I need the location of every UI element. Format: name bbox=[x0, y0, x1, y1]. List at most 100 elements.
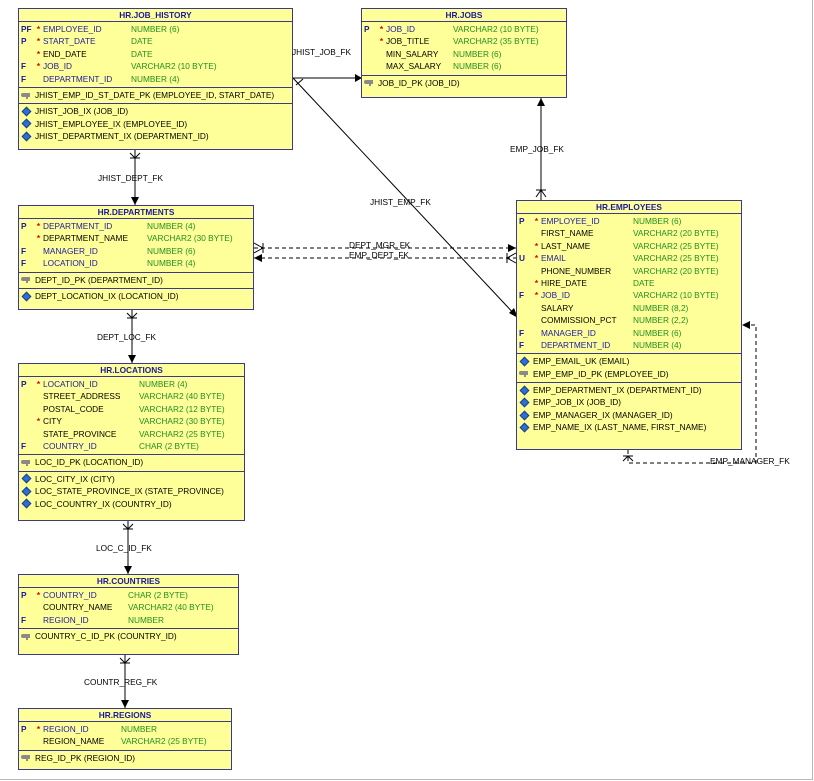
column-row[interactable]: F MANAGER_ID NUMBER (6) bbox=[517, 327, 741, 339]
index-row[interactable]: LOC_COUNTRY_IX (COUNTRY_ID) bbox=[19, 498, 244, 510]
index-row[interactable]: EMP_MANAGER_IX (MANAGER_ID) bbox=[517, 409, 741, 421]
column-row[interactable]: P * DEPARTMENT_ID NUMBER (4) bbox=[19, 220, 253, 232]
column-row[interactable]: MAX_SALARY NUMBER (6) bbox=[362, 60, 566, 72]
key-flag: P bbox=[21, 590, 27, 600]
column-row[interactable]: COUNTRY_NAME VARCHAR2 (40 BYTE) bbox=[19, 601, 238, 613]
primary-key-row[interactable]: JHIST_EMP_ID_ST_DATE_PK (EMPLOYEE_ID, ST… bbox=[19, 89, 292, 101]
table-job-history[interactable]: HR.JOB_HISTORY PF * EMPLOYEE_ID NUMBER (6) P *… bbox=[18, 8, 293, 150]
index-row[interactable]: EMP_JOB_IX (JOB_ID) bbox=[517, 396, 741, 408]
table-jobs[interactable]: HR.JOBS P * JOB_ID VARCHAR2 (10 BYTE) * JOB_TI… bbox=[361, 8, 567, 98]
column-row[interactable]: F DEPARTMENT_ID NUMBER (4) bbox=[19, 73, 292, 85]
primary-key-row[interactable]: COUNTRY_C_ID_PK (COUNTRY_ID) bbox=[19, 630, 238, 642]
column-name: JOB_ID bbox=[541, 290, 571, 301]
table-regions[interactable]: HR.REGIONS P * REGION_ID NUMBER REGION_NAME VA… bbox=[18, 708, 232, 770]
column-list: P * REGION_ID NUMBER REGION_NAME VARCHAR2 (25… bbox=[19, 722, 231, 751]
column-name: STREET_ADDRESS bbox=[43, 391, 121, 402]
column-row[interactable]: U * EMAIL VARCHAR2 (25 BYTE) bbox=[517, 252, 741, 264]
column-row[interactable]: F * JOB_ID VARCHAR2 (10 BYTE) bbox=[517, 289, 741, 301]
column-row[interactable]: F MANAGER_ID NUMBER (6) bbox=[19, 245, 253, 257]
primary-key-row[interactable]: DEPT_ID_PK (DEPARTMENT_ID) bbox=[19, 274, 253, 286]
column-row[interactable]: * DEPARTMENT_NAME VARCHAR2 (30 BYTE) bbox=[19, 232, 253, 244]
column-list: P * JOB_ID VARCHAR2 (10 BYTE) * JOB_TITLE VARC… bbox=[362, 22, 566, 76]
key-icon bbox=[21, 91, 31, 100]
index-row[interactable]: EMP_DEPARTMENT_IX (DEPARTMENT_ID) bbox=[517, 384, 741, 396]
column-name: COMMISSION_PCT bbox=[541, 315, 617, 326]
index-row[interactable]: JHIST_DEPARTMENT_IX (DEPARTMENT_ID) bbox=[19, 130, 292, 142]
column-row[interactable]: FIRST_NAME VARCHAR2 (20 BYTE) bbox=[517, 227, 741, 239]
column-list: P * EMPLOYEE_ID NUMBER (6) FIRST_NAME VARCHAR… bbox=[517, 214, 741, 355]
column-row[interactable]: STATE_PROVINCE VARCHAR2 (25 BYTE) bbox=[19, 428, 244, 440]
column-name: COUNTRY_ID bbox=[43, 440, 97, 451]
column-row[interactable]: * HIRE_DATE DATE bbox=[517, 277, 741, 289]
key-flag bbox=[19, 415, 34, 427]
column-row[interactable]: SALARY NUMBER (8,2) bbox=[517, 302, 741, 314]
column-row[interactable]: F DEPARTMENT_ID NUMBER (4) bbox=[517, 339, 741, 351]
column-row[interactable]: F LOCATION_ID NUMBER (4) bbox=[19, 257, 253, 269]
column-type: VARCHAR2 (30 BYTE) bbox=[147, 233, 233, 244]
table-departments[interactable]: HR.DEPARTMENTS P * DEPARTMENT_ID NUMBER (4) *… bbox=[18, 205, 254, 310]
index-name: LOC_COUNTRY_IX (COUNTRY_ID) bbox=[35, 498, 172, 509]
column-row[interactable]: P * REGION_ID NUMBER bbox=[19, 723, 231, 735]
primary-key-row[interactable]: REG_ID_PK (REGION_ID) bbox=[19, 752, 231, 764]
required-marker: * bbox=[36, 233, 41, 244]
table-title: HR.REGIONS bbox=[19, 709, 231, 722]
index-row[interactable]: DEPT_LOCATION_IX (LOCATION_ID) bbox=[19, 290, 253, 302]
table-locations[interactable]: HR.LOCATIONS P * LOCATION_ID NUMBER (4) STREE… bbox=[18, 363, 245, 521]
column-type: NUMBER (2,2) bbox=[633, 315, 689, 326]
unique-key-row[interactable]: EMP_EMAIL_UK (EMAIL) bbox=[517, 355, 741, 367]
column-row[interactable]: REGION_NAME VARCHAR2 (25 BYTE) bbox=[19, 735, 231, 747]
required-marker: * bbox=[534, 290, 539, 301]
column-row[interactable]: F REGION_ID NUMBER bbox=[19, 614, 238, 626]
key-flag bbox=[362, 35, 377, 47]
column-row[interactable]: PF * EMPLOYEE_ID NUMBER (6) bbox=[19, 23, 292, 35]
required-marker: * bbox=[534, 240, 539, 251]
index-row[interactable]: JHIST_EMPLOYEE_IX (EMPLOYEE_ID) bbox=[19, 118, 292, 130]
key-icon bbox=[21, 632, 31, 641]
column-row[interactable]: STREET_ADDRESS VARCHAR2 (40 BYTE) bbox=[19, 390, 244, 402]
index-row[interactable]: LOC_STATE_PROVINCE_IX (STATE_PROVINCE) bbox=[19, 485, 244, 497]
column-row[interactable]: P * LOCATION_ID NUMBER (4) bbox=[19, 378, 244, 390]
column-row[interactable]: P * START_DATE DATE bbox=[19, 35, 292, 47]
column-row[interactable]: POSTAL_CODE VARCHAR2 (12 BYTE) bbox=[19, 403, 244, 415]
required-marker: * bbox=[379, 24, 384, 34]
required-marker: * bbox=[36, 36, 41, 47]
column-type: NUMBER (6) bbox=[147, 245, 196, 256]
primary-key-row[interactable]: JOB_ID_PK (JOB_ID) bbox=[362, 77, 566, 89]
column-row[interactable]: P * EMPLOYEE_ID NUMBER (6) bbox=[517, 215, 741, 227]
key-flag: P bbox=[364, 24, 370, 34]
column-type: NUMBER (4) bbox=[131, 73, 180, 84]
column-row[interactable]: F * JOB_ID VARCHAR2 (10 BYTE) bbox=[19, 60, 292, 72]
index-row[interactable]: LOC_CITY_IX (CITY) bbox=[19, 473, 244, 485]
index-icon bbox=[519, 386, 529, 395]
required-marker bbox=[34, 403, 43, 415]
column-row[interactable]: * LAST_NAME VARCHAR2 (25 BYTE) bbox=[517, 240, 741, 252]
index-row[interactable]: EMP_NAME_IX (LAST_NAME, FIRST_NAME) bbox=[517, 421, 741, 433]
column-row[interactable]: PHONE_NUMBER VARCHAR2 (20 BYTE) bbox=[517, 265, 741, 277]
column-row[interactable]: P * COUNTRY_ID CHAR (2 BYTE) bbox=[19, 589, 238, 601]
required-marker bbox=[34, 614, 43, 626]
key-flag: U bbox=[519, 253, 525, 264]
required-marker: * bbox=[36, 724, 41, 734]
table-countries[interactable]: HR.COUNTRIES P * COUNTRY_ID CHAR (2 BYTE) COU… bbox=[18, 574, 239, 655]
index-list: EMP_DEPARTMENT_IX (DEPARTMENT_ID) EMP_JOB… bbox=[517, 383, 741, 436]
column-row[interactable]: * CITY VARCHAR2 (30 BYTE) bbox=[19, 415, 244, 427]
key-flag: PF bbox=[21, 24, 32, 34]
required-marker bbox=[377, 48, 386, 60]
column-row[interactable]: P * JOB_ID VARCHAR2 (10 BYTE) bbox=[362, 23, 566, 35]
primary-key-name: JHIST_EMP_ID_ST_DATE_PK (EMPLOYEE_ID, ST… bbox=[35, 89, 275, 100]
index-icon bbox=[21, 119, 31, 128]
table-employees[interactable]: HR.EMPLOYEES P * EMPLOYEE_ID NUMBER (6) FIRST… bbox=[516, 200, 742, 450]
index-row[interactable]: JHIST_JOB_IX (JOB_ID) bbox=[19, 105, 292, 117]
required-marker bbox=[532, 227, 541, 239]
column-row[interactable]: * END_DATE DATE bbox=[19, 48, 292, 60]
required-marker: * bbox=[36, 590, 41, 600]
unique-key-icon bbox=[519, 357, 529, 366]
column-row[interactable]: F COUNTRY_ID CHAR (2 BYTE) bbox=[19, 440, 244, 452]
primary-key-name: EMP_EMP_ID_PK (EMPLOYEE_ID) bbox=[533, 368, 669, 379]
column-row[interactable]: MIN_SALARY NUMBER (6) bbox=[362, 48, 566, 60]
primary-key-row[interactable]: LOC_ID_PK (LOCATION_ID) bbox=[19, 456, 244, 468]
column-row[interactable]: * JOB_TITLE VARCHAR2 (35 BYTE) bbox=[362, 35, 566, 47]
key-flag bbox=[362, 60, 377, 72]
primary-key-row[interactable]: EMP_EMP_ID_PK (EMPLOYEE_ID) bbox=[517, 368, 741, 380]
column-row[interactable]: COMMISSION_PCT NUMBER (2,2) bbox=[517, 314, 741, 326]
